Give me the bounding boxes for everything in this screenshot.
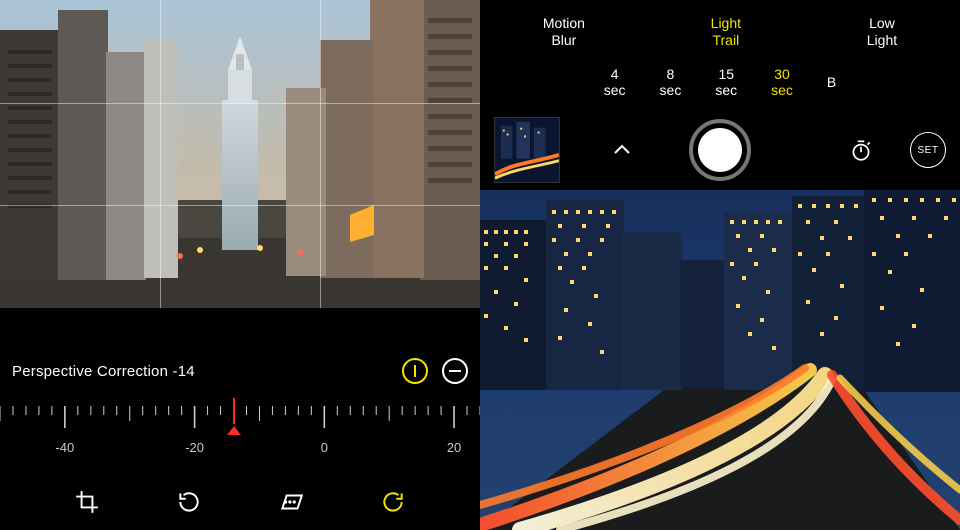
slider-marker-icon xyxy=(227,426,241,435)
mode-label-line2: Blur xyxy=(543,32,585,49)
crop-button[interactable] xyxy=(72,487,102,517)
collapse-button[interactable] xyxy=(442,358,468,384)
ruler-scale: -40 -20 0 20 xyxy=(0,400,480,474)
mode-label-line2: Light xyxy=(867,32,897,49)
perspective-slider[interactable]: -40 -20 0 20 xyxy=(0,392,480,474)
slider-label: Perspective Correction -14 xyxy=(12,363,388,380)
rotate-button[interactable] xyxy=(174,487,204,517)
grid-line xyxy=(320,0,321,308)
time-4sec[interactable]: 4 sec xyxy=(604,66,626,98)
time-value: 30 xyxy=(771,66,793,82)
mode-label-line1: Motion xyxy=(543,15,585,32)
time-30sec[interactable]: 30 sec xyxy=(771,66,793,98)
time-value: 8 xyxy=(660,66,682,82)
edited-photo xyxy=(0,0,480,308)
edit-toolbar xyxy=(0,474,480,530)
edit-viewport[interactable] xyxy=(0,0,480,308)
slider-needle xyxy=(233,398,235,424)
info-button[interactable] xyxy=(402,358,428,384)
mode-label-line1: Light xyxy=(711,15,741,32)
time-bulb[interactable]: B xyxy=(827,74,836,90)
grid-line xyxy=(160,0,161,308)
time-value: 15 xyxy=(715,66,737,82)
self-timer-button[interactable] xyxy=(848,137,874,163)
shutter-inner-icon xyxy=(698,128,742,172)
minus-icon xyxy=(449,370,461,372)
spacer xyxy=(0,308,480,350)
set-label: SET xyxy=(918,145,939,156)
mode-low-light[interactable]: Low Light xyxy=(867,15,897,48)
svg-text:0: 0 xyxy=(321,440,328,455)
time-unit: sec xyxy=(604,82,626,98)
reset-button[interactable] xyxy=(378,487,408,517)
slider-header: Perspective Correction -14 xyxy=(0,350,480,392)
thumbnail-image xyxy=(495,118,559,182)
time-value: 4 xyxy=(604,66,626,82)
capture-bar: SET xyxy=(480,110,960,190)
shutter-button[interactable] xyxy=(689,119,751,181)
mode-label-line2: Trail xyxy=(711,32,741,49)
grid-line xyxy=(0,103,480,104)
rotate-icon xyxy=(176,489,202,515)
photo-editor-panel: Perspective Correction -14 -40 -20 0 20 xyxy=(0,0,480,530)
mode-light-trail[interactable]: Light Trail xyxy=(711,15,741,48)
time-unit: sec xyxy=(771,82,793,98)
time-value: B xyxy=(827,74,836,90)
svg-text:20: 20 xyxy=(447,440,461,455)
grid-line xyxy=(0,205,480,206)
last-photo-thumbnail[interactable] xyxy=(494,117,560,183)
live-preview[interactable] xyxy=(480,190,960,530)
time-unit: sec xyxy=(715,82,737,98)
info-icon xyxy=(414,365,416,377)
chevron-up-icon[interactable] xyxy=(610,138,634,162)
time-15sec[interactable]: 15 sec xyxy=(715,66,737,98)
mode-label-line1: Low xyxy=(867,15,897,32)
preview-image xyxy=(480,190,960,530)
time-8sec[interactable]: 8 sec xyxy=(660,66,682,98)
time-unit: sec xyxy=(660,82,682,98)
svg-text:-20: -20 xyxy=(185,440,204,455)
mode-motion-blur[interactable]: Motion Blur xyxy=(543,15,585,48)
mode-selector: Motion Blur Light Trail Low Light xyxy=(480,0,960,54)
crop-icon xyxy=(74,489,100,515)
skew-button[interactable] xyxy=(276,487,306,517)
settings-button[interactable]: SET xyxy=(910,132,946,168)
skew-icon xyxy=(278,489,304,515)
undo-icon xyxy=(380,489,406,515)
camera-panel: Motion Blur Light Trail Low Light 4 sec … xyxy=(480,0,960,530)
svg-text:-40: -40 xyxy=(55,440,74,455)
exposure-time-selector: 4 sec 8 sec 15 sec 30 sec B xyxy=(480,54,960,110)
